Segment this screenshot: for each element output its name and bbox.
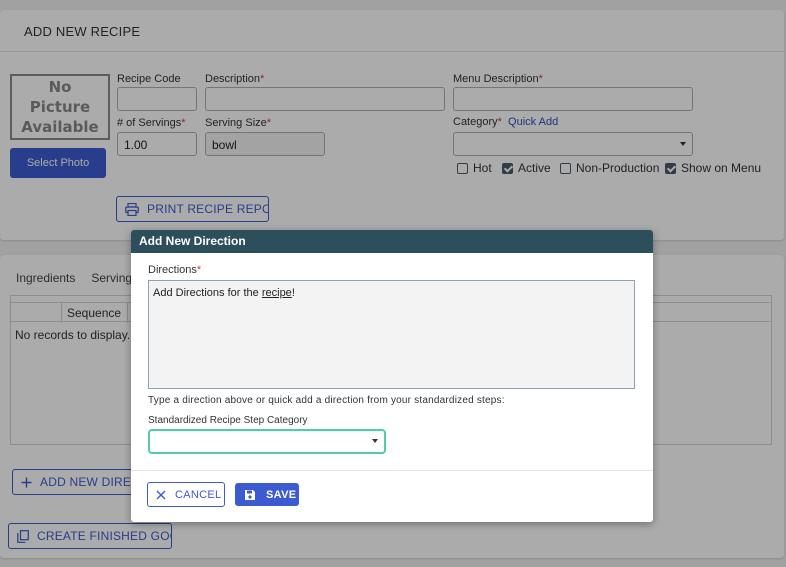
save-button[interactable]: SAVE [235, 483, 299, 506]
save-icon [244, 489, 256, 501]
dialog-footer: CANCEL SAVE [131, 470, 653, 522]
directions-textarea[interactable]: Add Directions for the recipe! [148, 280, 635, 389]
add-direction-dialog: Add New Direction Directions* Add Direct… [131, 230, 653, 522]
close-icon [156, 490, 166, 500]
chevron-down-icon [372, 439, 378, 443]
std-step-category-label: Standardized Recipe Step Category [148, 415, 308, 426]
std-step-category-select[interactable] [148, 429, 386, 454]
direction-help-text: Type a direction above or quick add a di… [148, 395, 505, 406]
dialog-title: Add New Direction [131, 230, 653, 253]
cancel-button[interactable]: CANCEL [147, 482, 225, 507]
directions-label: Directions* [148, 264, 202, 276]
